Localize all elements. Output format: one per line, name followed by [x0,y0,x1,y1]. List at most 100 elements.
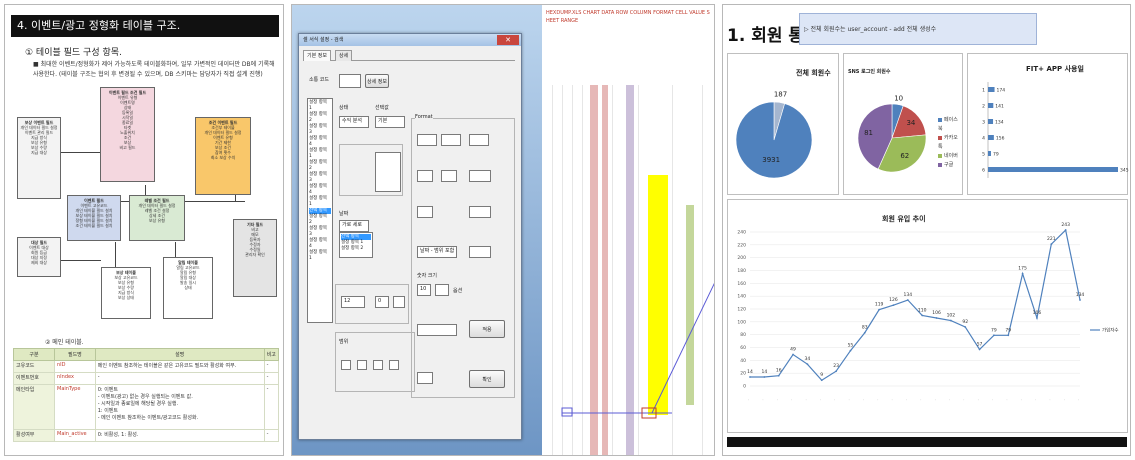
small-input[interactable] [373,360,383,370]
number-input[interactable]: 10 [417,284,431,296]
bar-value-label: 79 [993,152,999,158]
table-row: 고유코드 nID 메인 이벤트 참조하는 테이블은 같은 고유코드 필드와 활성… [13,360,280,373]
diagram-box: 보상 테이블 보상 고유코드 보상 유형 보상 수량 지급 방식 보상 상태 [101,267,151,319]
data-point [806,363,809,366]
total-members-card: 전체 회원수 187 3931 [727,53,839,195]
format-group-label: Format [415,114,433,120]
small-input[interactable] [341,360,351,370]
format-input[interactable] [417,324,457,336]
small-input[interactable] [389,360,399,370]
point-label: 34 [805,356,811,362]
pie-label: 10 [894,95,903,103]
dropdown[interactable]: 가로 세로 [339,220,369,232]
options-label: 옵션 [453,288,463,294]
x-tick-mark: · [962,399,966,402]
diagram-box: 이벤트 필드 이벤트 고유코드 개인 테이블 필드 설치 보상 테이블 필드 설치… [67,195,121,241]
number-input[interactable] [435,284,449,296]
member-trend-card: 회원 유입 추이 0 20 40 60 80 100 120 140 160 180 200 220 2… [727,199,1128,433]
value-input[interactable]: 수익 분석 [339,116,369,128]
format-input[interactable] [417,134,437,146]
spin-input[interactable]: 0 [375,296,389,308]
category-list[interactable]: 설정 항목 1 설정 항목 2 설정 항목 3 설정 항목 4 설정 항목 1 설정 항목… [307,98,333,323]
format-input[interactable] [441,134,461,146]
point-label: 102 [947,313,956,319]
category-label: 6 [982,168,985,174]
value-input[interactable]: 기본 [375,116,405,128]
bar-value-label: 134 [995,120,1004,126]
status-label: 상태 [339,105,349,111]
point-label: 55 [848,343,854,349]
select-label: 선택값 [375,105,389,111]
dropdown[interactable]: 12 [341,296,365,308]
data-point [777,374,780,377]
x-tick-mark: · [1005,399,1009,402]
point-label: 23 [833,363,839,369]
y-tick-label: 40 [740,358,746,364]
x-tick-mark: · [790,399,794,402]
data-point [1021,272,1024,275]
main-table-heading: ② 메인 테이블. [45,339,84,346]
x-tick-mark: · [948,399,952,402]
format-input[interactable] [417,372,433,384]
point-label: 9 [820,372,823,378]
dropdown-list[interactable]: 선택 항목 설정 항목 1 설정 항목 2 [339,232,373,258]
x-tick-mark: · [1034,399,1038,402]
point-label: 14 [761,369,767,375]
apply-button[interactable]: 적용 [469,320,505,338]
x-tick-mark: · [833,399,837,402]
data-point [964,326,967,328]
format-input[interactable] [417,170,433,182]
point-label: 106 [1033,310,1042,316]
data-point [849,349,852,352]
close-icon[interactable]: ✕ [497,35,519,45]
tab-basic[interactable]: 기본 정보 [303,50,331,61]
x-tick-mark: · [1077,399,1081,402]
pie-label: 81 [864,129,873,137]
point-label: 134 [904,292,913,298]
table-row: 메인타입 MainType 0: 이벤트 - 이벤트(광고) 없는 경우 실행되… [13,384,280,430]
pie-slice [735,101,813,179]
format-input[interactable] [469,206,491,218]
x-tick-mark: · [991,399,995,402]
format-input[interactable] [417,206,433,218]
format-input[interactable] [469,246,491,258]
data-point [820,379,823,382]
bar [988,119,994,124]
point-label: 175 [1018,266,1027,272]
y-tick-label: 80 [740,332,746,338]
text-area[interactable] [375,152,401,192]
diagram-box: 보상 이벤트 필드 개인 데이터 필드 설정 이벤트 관리 필드 지급 방식 보상… [17,117,61,199]
point-label: 14 [747,369,753,375]
format-input[interactable]: 날짜 - 범위 포함 [417,246,457,258]
point-label: 83 [862,325,868,331]
small-input[interactable] [357,360,367,370]
data-point [921,314,924,317]
code-input[interactable] [339,74,361,88]
data-point [878,308,881,311]
x-tick-mark: · [819,399,823,402]
bar [988,87,995,92]
bar [988,167,1118,172]
y-tick-label: 160 [737,281,746,287]
x-tick-mark: · [905,399,909,402]
data-point [835,370,837,373]
bar-value-label: 156 [996,136,1005,142]
format-input[interactable] [469,134,489,146]
category-label: 5 [982,152,985,158]
tab-detail[interactable]: 상세 [335,50,353,61]
member-stats-panel: 1. 회원 통계 ▷ 전체 회원수는 user_account - add 전체… [722,4,1131,456]
format-input[interactable] [469,170,491,182]
x-tick-mark: · [876,399,880,402]
format-input[interactable] [441,170,457,182]
detail-button[interactable]: 상세 정보 [365,74,389,88]
data-point [763,376,766,378]
field1-label: 소통 코드 [309,77,329,83]
spin-input[interactable] [393,296,405,308]
app-usage-card: FIT+ APP 사용일 174114121343156479534576 [967,53,1129,195]
section-subtitle: ① 테이블 필드 구성 항목. [25,48,122,58]
main-table: 구분 필드명 설명 비고 고유코드 nID 메인 이벤트 참조하는 테이블은 같… [13,348,280,442]
column-header: 구분 [13,348,55,361]
category-label: 2 [982,104,985,110]
ok-button[interactable]: 확인 [469,370,505,388]
table-row: 활성여부 Main_active 0: 비활성, 1: 활성. - [13,429,280,442]
